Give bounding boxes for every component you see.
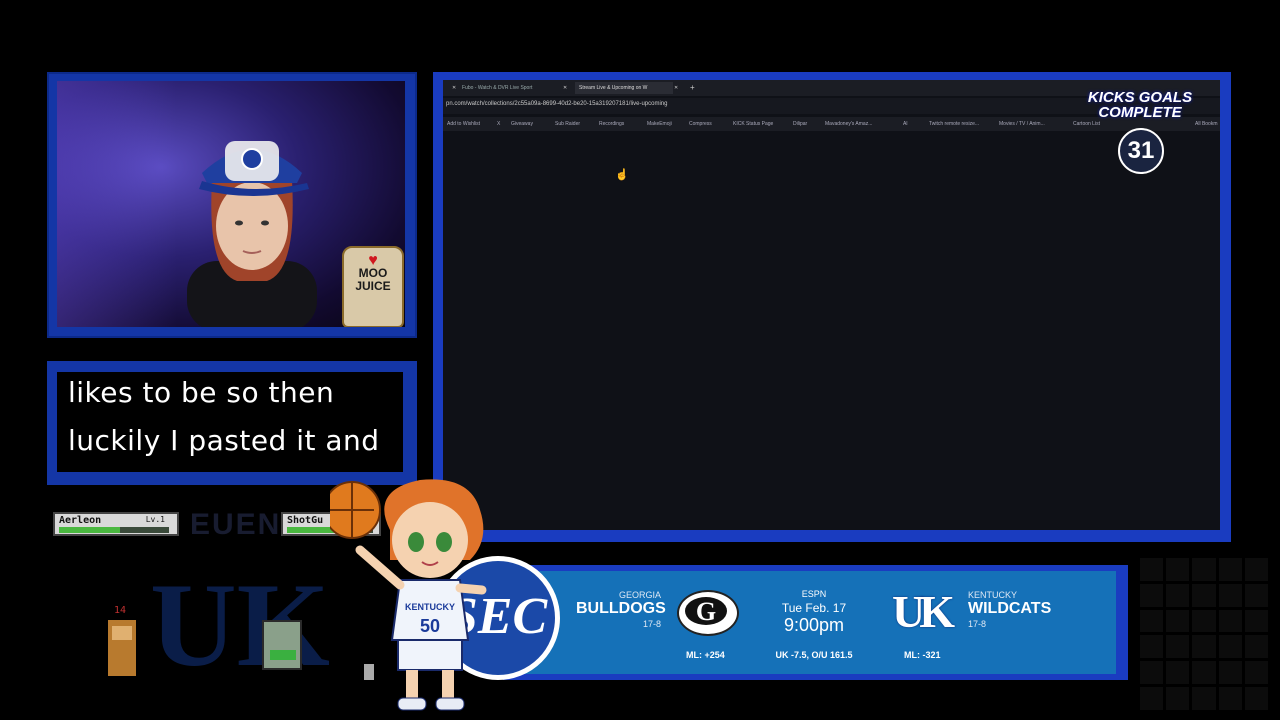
- url-text[interactable]: pn.com/watch/collections/2c55a09a-8699-4…: [446, 101, 667, 107]
- bookmark[interactable]: Compress: [689, 121, 712, 127]
- hp-bar: [59, 527, 169, 533]
- bookmark[interactable]: Add to Wishlist: [447, 121, 480, 127]
- home-team-name: WILDCATS: [968, 600, 1052, 617]
- new-tab-button[interactable]: +: [690, 82, 695, 94]
- away-school: GEORGIA: [618, 590, 661, 600]
- close-tab-icon[interactable]: ✕: [674, 82, 678, 94]
- hp-fill: [59, 527, 120, 533]
- georgia-logo: G: [677, 590, 739, 636]
- streamer-silhouette: [187, 141, 317, 327]
- bookmark[interactable]: Al: [903, 121, 907, 127]
- tab-fubo[interactable]: Fubo - Watch & DVR Live Sport: [462, 82, 560, 94]
- robot-sprite-detail: [270, 650, 296, 660]
- bookmark[interactable]: X: [497, 121, 500, 127]
- home-moneyline: ML: -321: [904, 650, 941, 660]
- bookmark[interactable]: Movies / TV / Anim...: [999, 121, 1045, 127]
- home-school: KENTUCKY: [968, 590, 1018, 600]
- home-record: 17-8: [968, 619, 987, 629]
- bookmark[interactable]: KICK Status Page: [733, 121, 773, 127]
- svg-text:KENTUCKY: KENTUCKY: [405, 602, 455, 612]
- away-team-name: BULLDOGS: [576, 600, 666, 617]
- moo-juice-cup: ♥ MOO JUICE: [342, 246, 404, 327]
- away-moneyline: ML: +254: [686, 650, 725, 660]
- bookmark[interactable]: Giveaway: [511, 121, 533, 127]
- jersey-number: 50: [420, 616, 440, 636]
- game-date: Tue Feb. 17: [781, 601, 847, 615]
- kentucky-logo: UK: [892, 586, 955, 637]
- moo-label: MOO: [358, 266, 388, 280]
- player-name: ShotGu: [287, 515, 324, 526]
- browser-content: [443, 80, 1220, 530]
- bookmark[interactable]: Recordings: [599, 121, 624, 127]
- tab-espn[interactable]: Stream Live & Upcoming on W: [575, 82, 673, 94]
- player-level: Lv.1: [145, 515, 165, 524]
- neon-glow: [57, 81, 177, 327]
- sprite-number: 14: [114, 605, 127, 616]
- player-name: Aerleon: [59, 515, 102, 526]
- bookmark[interactable]: Mavadoney's Amaz...: [825, 121, 872, 127]
- goal-count-badge: 31: [1118, 128, 1164, 174]
- webcam-feed: ♥ MOO JUICE: [57, 81, 405, 327]
- close-tab-icon[interactable]: ✕: [452, 82, 456, 94]
- sprite-face: [112, 626, 132, 640]
- network: ESPN: [801, 589, 827, 599]
- bookmark[interactable]: Dilipar: [793, 121, 807, 127]
- bookmark[interactable]: MakeEmoji: [647, 121, 672, 127]
- g-letter: G: [685, 597, 727, 626]
- bookmark[interactable]: All Bookm: [1195, 121, 1218, 127]
- goals-line-1: KICKS GOALS: [1087, 89, 1193, 106]
- mascot-girl-illustration: KENTUCKY 50: [330, 479, 487, 711]
- caption-line-2: luckily I pasted it and: [68, 424, 380, 457]
- bookmark[interactable]: Sub Raider: [555, 121, 580, 127]
- goals-title: KICKS GOALS COMPLETE: [1080, 90, 1200, 120]
- player-hud-1: Aerleon Lv.1: [53, 512, 179, 536]
- bookmark[interactable]: Twitch remote resize...: [929, 121, 979, 127]
- hand-cursor-icon: ☝: [615, 169, 629, 181]
- game-time: 9:00pm: [783, 615, 845, 635]
- goals-line-2: COMPLETE: [1098, 104, 1182, 121]
- robot-sprite: [262, 620, 302, 670]
- juice-label: JUICE: [355, 279, 391, 293]
- decorative-grid: [1140, 558, 1268, 710]
- spread-total: UK -7.5, O/U 161.5: [775, 650, 853, 660]
- bookmark[interactable]: Cartoon List: [1073, 121, 1100, 127]
- away-record: 17-8: [642, 619, 661, 629]
- caption-line-1: likes to be so then: [68, 376, 335, 409]
- close-tab-icon[interactable]: ✕: [563, 82, 567, 94]
